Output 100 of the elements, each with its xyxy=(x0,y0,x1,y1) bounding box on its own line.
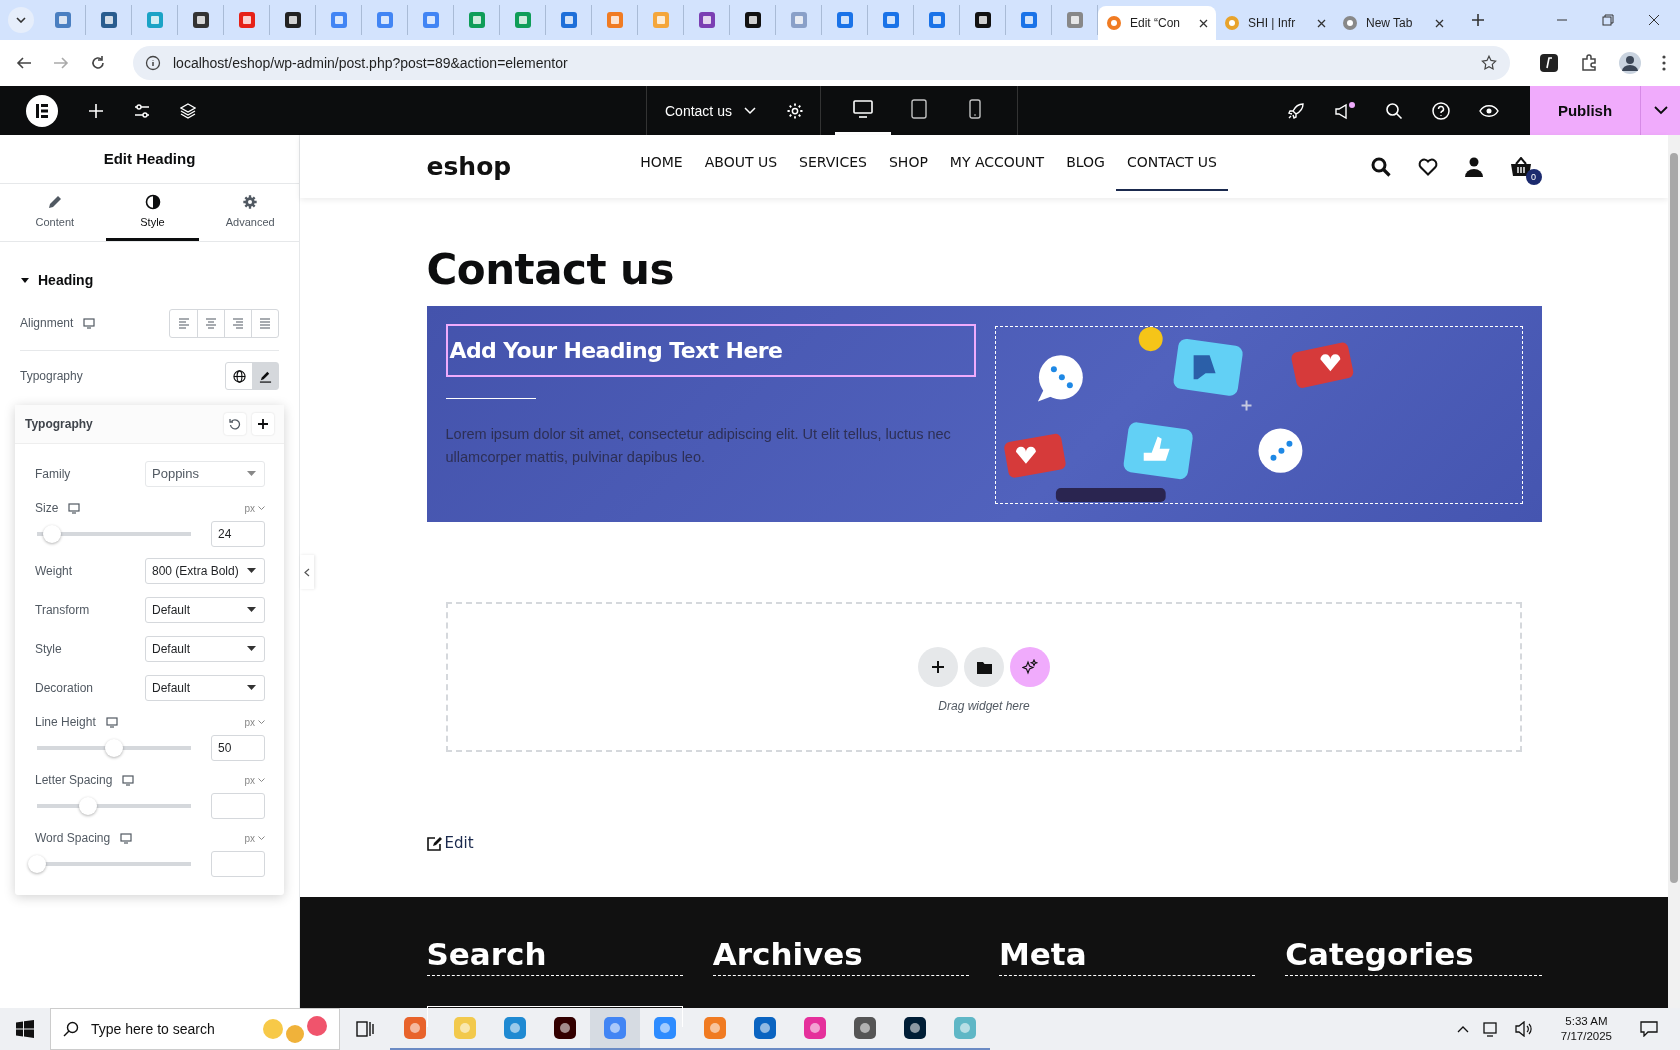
add-section-button[interactable] xyxy=(918,647,958,687)
elementor-logo-icon[interactable] xyxy=(26,94,58,127)
monitor-icon[interactable] xyxy=(852,100,873,118)
slider-thumb[interactable] xyxy=(43,525,62,543)
unit-dropdown[interactable]: px xyxy=(244,832,265,844)
info-icon[interactable] xyxy=(145,55,161,71)
layers-icon[interactable] xyxy=(180,102,196,119)
browser-tab[interactable]: Edit “Con xyxy=(1098,6,1216,40)
profile-avatar-icon[interactable] xyxy=(1619,52,1641,74)
caret-icon[interactable] xyxy=(20,275,30,285)
nav-link[interactable]: SHOP xyxy=(877,135,939,191)
clock-date[interactable]: 7/17/2025 xyxy=(1560,1029,1612,1044)
chevron-down-icon[interactable] xyxy=(1653,106,1668,115)
favicon-icon[interactable] xyxy=(284,12,301,28)
number-field[interactable] xyxy=(211,851,265,877)
number-field[interactable]: 50 xyxy=(211,735,265,761)
extension-icon[interactable] xyxy=(1539,53,1559,73)
slider-thumb[interactable] xyxy=(78,797,97,815)
edit-icon[interactable] xyxy=(426,835,443,851)
number-field[interactable] xyxy=(211,793,265,819)
browser-tab[interactable]: SHI | Infr xyxy=(1216,6,1334,40)
help-icon[interactable] xyxy=(1432,101,1450,120)
volume-icon[interactable] xyxy=(1514,1021,1533,1037)
restore-icon[interactable] xyxy=(1602,14,1614,26)
nav-link[interactable]: CONTACT US xyxy=(1115,135,1228,191)
search-icon[interactable] xyxy=(1385,101,1403,120)
page-dropdown[interactable]: Contact us xyxy=(647,102,770,119)
caret-icon[interactable] xyxy=(247,607,256,612)
site-logo[interactable]: eshop xyxy=(426,152,512,181)
bookmark-star-icon[interactable] xyxy=(1480,54,1498,72)
ai-sparkle-button[interactable] xyxy=(1010,647,1050,687)
plus-icon[interactable] xyxy=(257,418,269,430)
select-field[interactable]: Default xyxy=(145,674,265,701)
notifications-icon[interactable] xyxy=(1640,1021,1658,1037)
favicon-icon[interactable] xyxy=(744,12,761,28)
unit-dropdown[interactable]: px xyxy=(244,502,265,514)
publish-button[interactable]: Publish xyxy=(1530,86,1640,135)
nav-link[interactable]: SERVICES xyxy=(788,135,878,191)
scrollbar-thumb[interactable] xyxy=(1670,153,1678,883)
close-icon[interactable] xyxy=(1199,18,1208,28)
select-field[interactable]: Default xyxy=(145,596,265,623)
panel-tab[interactable]: Style xyxy=(105,184,200,241)
nav-link[interactable]: HOME xyxy=(629,135,694,191)
contrast-icon[interactable] xyxy=(144,194,161,210)
app-icon[interactable] xyxy=(553,1016,577,1040)
sparkle-icon[interactable] xyxy=(1022,659,1038,675)
app-icon[interactable] xyxy=(853,1016,877,1040)
unit-dropdown[interactable]: px xyxy=(244,774,265,786)
edit-typography-button[interactable] xyxy=(252,363,278,389)
settings-sliders-icon[interactable] xyxy=(134,102,150,119)
gear-icon[interactable] xyxy=(242,194,259,210)
select-field[interactable]: Default xyxy=(145,635,265,662)
back-icon[interactable] xyxy=(16,55,32,71)
drop-zone[interactable]: Drag widget here xyxy=(446,602,1522,752)
caret-icon[interactable] xyxy=(247,646,256,651)
globe-icon[interactable] xyxy=(232,369,246,383)
folder-icon[interactable] xyxy=(976,660,992,674)
clock-time[interactable]: 5:33 AM xyxy=(1565,1014,1608,1029)
phone-icon[interactable] xyxy=(968,99,981,119)
unit-dropdown[interactable]: px xyxy=(244,716,265,728)
add-button[interactable] xyxy=(252,413,274,435)
collapse-panel-button[interactable] xyxy=(300,555,314,589)
banner-heading[interactable]: Add Your Heading Text Here xyxy=(445,324,976,377)
basket-icon[interactable] xyxy=(1509,156,1532,177)
edit-link[interactable]: Edit xyxy=(426,834,1542,852)
close-icon[interactable] xyxy=(1648,14,1660,26)
more-icon[interactable] xyxy=(1662,55,1666,71)
user-icon[interactable] xyxy=(1464,156,1483,177)
favicon-icon[interactable] xyxy=(192,12,209,28)
nav-link[interactable]: BLOG xyxy=(1055,135,1116,191)
slider-thumb[interactable] xyxy=(28,855,46,873)
plus-icon[interactable] xyxy=(931,660,945,674)
caret-icon[interactable] xyxy=(16,17,26,23)
address-field[interactable]: localhost/eshop/wp-admin/post.php?post=89&action=elementor xyxy=(133,46,1510,80)
puzzle-icon[interactable] xyxy=(1580,54,1598,72)
tablet-icon[interactable] xyxy=(910,99,927,119)
close-icon[interactable] xyxy=(1317,18,1326,28)
pencil-icon[interactable] xyxy=(258,369,272,383)
rocket-icon[interactable] xyxy=(1287,101,1305,120)
nav-link[interactable]: MY ACCOUNT xyxy=(938,135,1056,191)
reload-icon[interactable] xyxy=(90,55,106,71)
preview-eye-icon[interactable] xyxy=(1479,103,1499,118)
task-view-icon[interactable] xyxy=(356,1021,374,1037)
scrollbar[interactable] xyxy=(1668,135,1680,1008)
heart-icon[interactable] xyxy=(1417,157,1438,176)
template-library-button[interactable] xyxy=(964,647,1004,687)
caret-icon[interactable] xyxy=(247,568,256,573)
slider-thumb[interactable] xyxy=(105,739,123,757)
caret-icon[interactable] xyxy=(247,685,256,690)
section-toggle[interactable]: Heading xyxy=(0,242,299,300)
plus-icon[interactable] xyxy=(1471,13,1485,27)
search-icon[interactable] xyxy=(1370,156,1391,177)
reset-button[interactable] xyxy=(224,413,246,435)
select-field[interactable]: 800 (Extra Bold) xyxy=(145,557,265,584)
pencil-icon[interactable] xyxy=(46,194,63,210)
chevron-left-icon[interactable] xyxy=(304,567,310,577)
number-field[interactable]: 24 xyxy=(211,521,265,547)
taskbar-search-field[interactable]: Type here to search xyxy=(50,1008,340,1050)
nav-link[interactable]: ABOUT US xyxy=(693,135,789,191)
settings-icon[interactable] xyxy=(785,101,804,120)
